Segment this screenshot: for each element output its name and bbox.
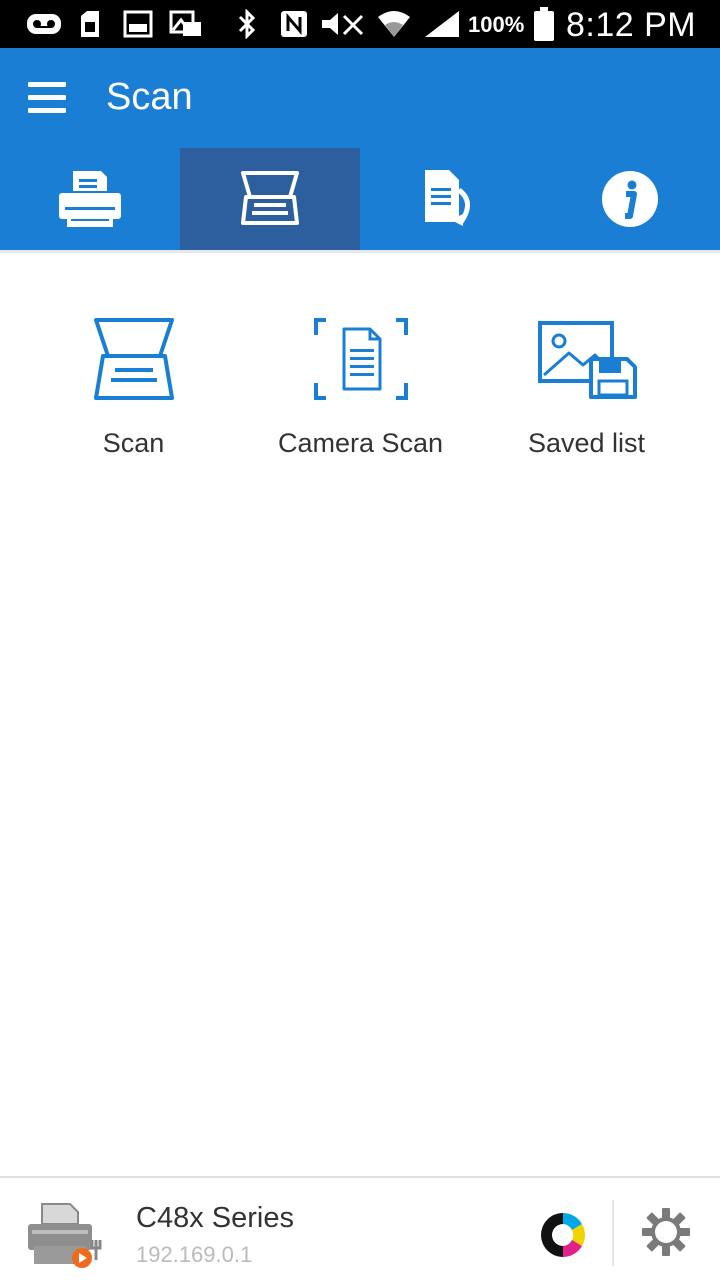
tab-info[interactable] [540, 148, 720, 250]
tab-divider [0, 250, 720, 253]
nfc-icon [278, 10, 310, 38]
mute-icon [320, 10, 366, 38]
scanner-icon [93, 318, 174, 400]
info-icon [602, 171, 658, 227]
saved-list-label: Saved list [527, 428, 646, 458]
tab-bar [0, 148, 720, 250]
saved-list-function[interactable]: Saved list [473, 300, 700, 480]
tab-print[interactable] [0, 148, 180, 250]
photo-icon [168, 10, 204, 38]
divider [612, 1200, 614, 1266]
camera-scan-icon [313, 318, 408, 400]
scan-label: Scan [102, 428, 165, 458]
tab-scan[interactable] [180, 148, 360, 250]
app-bar: Scan [0, 48, 720, 148]
gear-icon[interactable] [640, 1206, 692, 1258]
printer-name: C48x Series [136, 1202, 294, 1234]
menu-icon[interactable] [26, 78, 70, 118]
saved-list-icon [537, 321, 637, 399]
status-bar: 100% 8:12 PM [0, 0, 720, 48]
signal-icon [422, 10, 462, 38]
document-convert-icon [425, 170, 470, 226]
page-title: Scan [106, 76, 193, 118]
scan-function[interactable]: Scan [20, 300, 247, 480]
sim-icon [78, 10, 102, 38]
printer-bar[interactable]: C48x Series 192.169.0.1 [0, 1178, 720, 1284]
battery-icon [532, 7, 556, 41]
tab-convert[interactable] [360, 148, 540, 250]
voicemail-icon [26, 10, 62, 38]
clock: 8:12 PM [566, 6, 697, 44]
printer-status-icon [26, 1200, 110, 1270]
bluetooth-icon [236, 9, 258, 39]
battery-percent: 100% [468, 12, 525, 37]
printer-icon [59, 171, 121, 227]
screenshot-icon [122, 10, 154, 38]
scanner-icon [241, 171, 299, 225]
camera-scan-label: Camera Scan [277, 428, 444, 458]
printer-ip: 192.169.0.1 [136, 1242, 253, 1267]
wifi-icon [376, 10, 412, 38]
camera-scan-function[interactable]: Camera Scan [247, 300, 474, 480]
ink-levels-icon[interactable] [538, 1210, 588, 1260]
